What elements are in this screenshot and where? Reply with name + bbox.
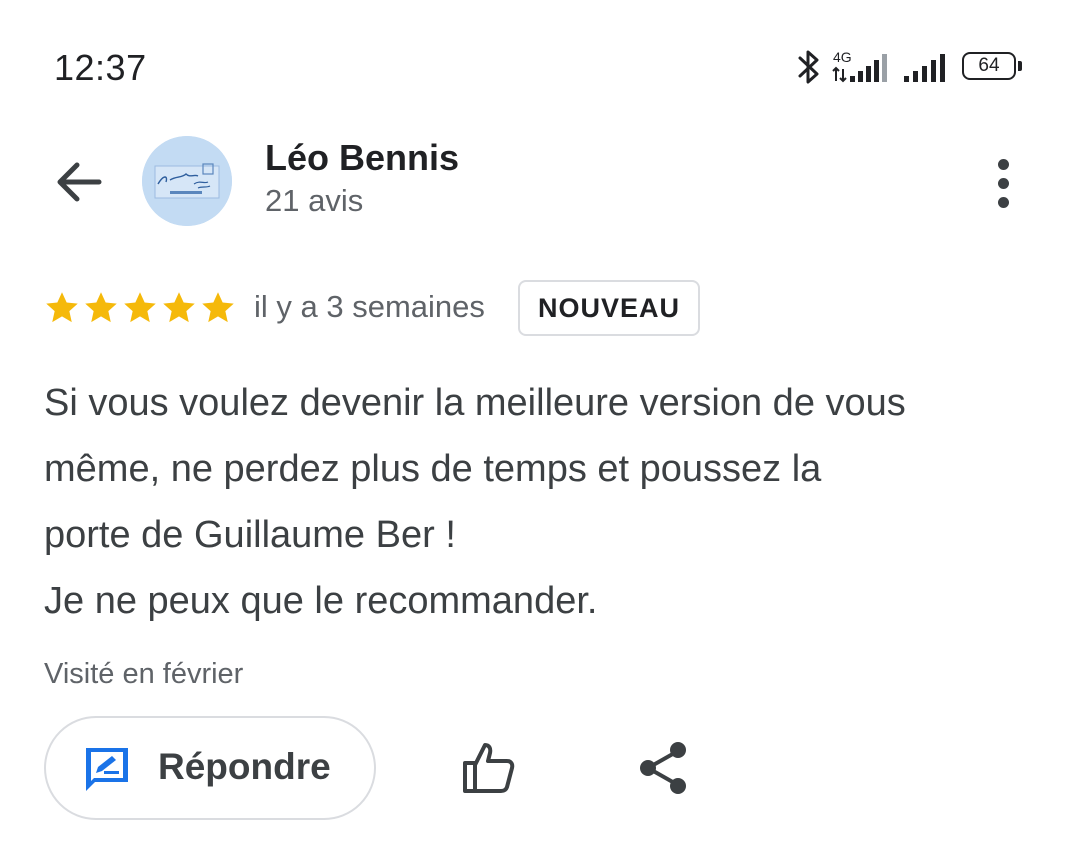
battery-icon: 64 [962,52,1022,82]
arrow-back-icon [57,162,102,202]
status-icons: 4G 64 [796,46,1022,88]
review-text-line: Je ne peux que le recommander. [44,580,598,622]
more-options-button[interactable] [978,153,1028,213]
review-text-line: Si vous voulez devenir la meilleure vers… [44,382,906,424]
like-button[interactable] [455,735,521,801]
star-icon [46,292,78,323]
status-bar: 12:37 4G 64 [0,0,1080,130]
more-vert-icon [997,158,1009,170]
star-icon [85,292,117,323]
signal-4g-icon: 4G [832,49,887,83]
review-text-line: porte de Guillaume Ber ! [44,514,456,556]
bluetooth-icon [798,50,819,84]
share-button[interactable] [632,735,698,801]
review-date: il y a 3 semaines [254,289,485,324]
new-badge: NOUVEAU [518,280,701,336]
thumb-up-icon [463,743,515,793]
review-header: Léo Bennis 21 avis [0,120,1080,240]
share-icon [640,742,686,794]
rating-row: il y a 3 semaines NOUVEAU [44,280,1044,340]
star-icon [163,292,195,323]
avatar[interactable] [142,136,232,226]
reviewer-name[interactable]: Léo Bennis [265,137,459,179]
star-rating [44,290,236,326]
visited-date: Visité en février [44,658,244,690]
star-icon [202,292,234,323]
network-type-label: 4G [833,49,852,65]
signal-icon [904,54,945,82]
reviewer-review-count: 21 avis [265,183,364,218]
review-text: Si vous voulez devenir la meilleure vers… [44,370,1044,634]
profile-avatar [142,136,232,226]
review-text-line: même, ne perdez plus de temps et poussez… [44,448,822,490]
battery-level: 64 [978,55,1000,76]
back-button[interactable] [46,150,110,214]
rate-review-icon [86,748,128,791]
star-icon [124,292,156,323]
reply-button[interactable]: Répondre [44,716,376,820]
clock: 12:37 [54,47,147,88]
reply-button-label: Répondre [158,746,331,787]
